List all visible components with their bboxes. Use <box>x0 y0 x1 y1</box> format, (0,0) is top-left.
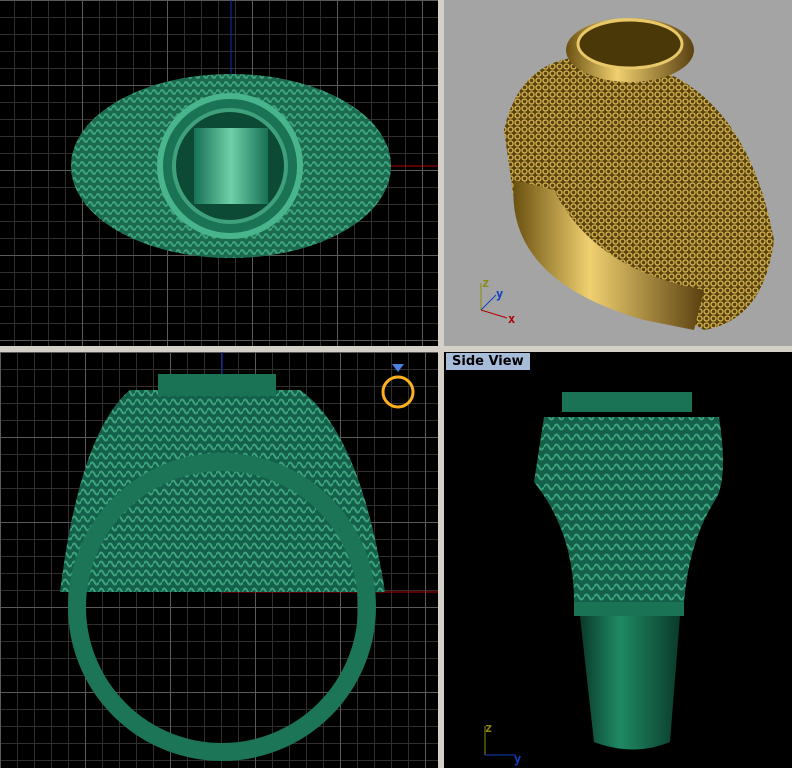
front-view-canvas <box>60 352 438 761</box>
inner-band <box>194 128 268 204</box>
perspective-canvas: z y x <box>480 18 774 330</box>
top-view-canvas <box>71 0 438 258</box>
top-viewport[interactable] <box>0 0 438 346</box>
bezel <box>158 374 276 396</box>
y-axis-label: y <box>496 287 503 301</box>
front-viewport[interactable] <box>0 352 438 768</box>
z-axis-label: z <box>485 721 492 735</box>
axis-triad: z y x <box>480 276 515 326</box>
y-axis-label: y <box>514 752 521 766</box>
side-viewport[interactable]: Side View z y <box>444 352 792 768</box>
z-axis-label: z <box>482 276 489 290</box>
ring-widget-icon[interactable] <box>381 364 415 409</box>
x-axis-label: x <box>508 312 515 326</box>
axis-triad: z y <box>484 721 521 766</box>
perspective-viewport[interactable]: z y x <box>444 0 792 346</box>
